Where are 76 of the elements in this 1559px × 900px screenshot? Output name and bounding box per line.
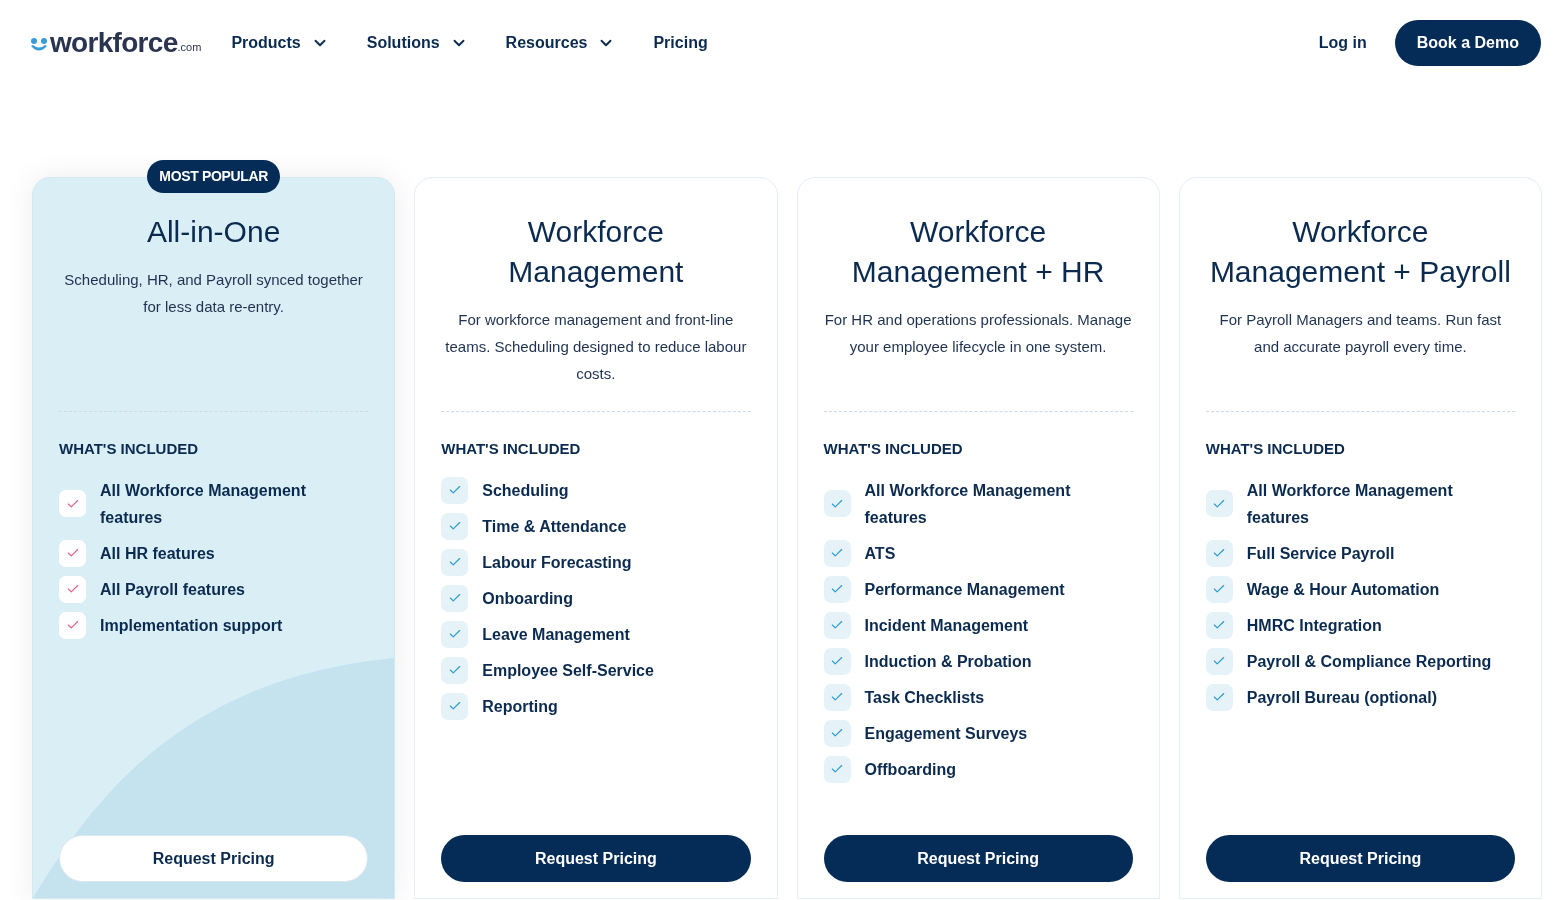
check-icon: [823, 539, 851, 567]
feature-text: Employee Self-Service: [482, 660, 654, 681]
check-icon: [823, 647, 851, 675]
plan-title: Workforce Management + Payroll: [1208, 214, 1512, 290]
plan-title: Workforce Management: [507, 214, 685, 290]
check-icon: [823, 575, 851, 603]
nav-link[interactable]: Solutions: [366, 30, 468, 55]
plan-description: For Payroll Managers and teams. Run fast and accurate payroll every time.: [1218, 310, 1503, 357]
feature-text: Engagement Surveys: [864, 723, 1028, 744]
check-icon: [441, 692, 469, 720]
book-demo-button[interactable]: Book a Demo: [1394, 19, 1541, 66]
check-icon: [441, 512, 469, 540]
feature-text: ATS: [864, 543, 896, 564]
feature-text: Implementation support: [100, 615, 283, 636]
check-icon: [59, 539, 86, 567]
logo-suffix: .com: [177, 41, 202, 55]
login-link[interactable]: Log in: [1318, 30, 1367, 55]
feature-text: Labour Forecasting: [482, 552, 632, 573]
feature-text: All Payroll features: [100, 579, 245, 600]
plan-description: For workforce management and front-line teams. Scheduling designed to reduce labour costs.: [444, 310, 748, 384]
feature-text: Time & Attendance: [482, 516, 627, 537]
feature-text: Payroll Bureau (optional): [1246, 687, 1437, 708]
plan-title: All-in-One: [146, 214, 281, 250]
check-icon: [823, 719, 851, 747]
check-icon: [59, 611, 86, 639]
feature-text: Offboarding: [864, 759, 957, 780]
check-icon: [441, 584, 469, 612]
check-icon: [441, 656, 469, 684]
check-icon: [823, 683, 851, 711]
feature-text: Performance Management: [864, 579, 1065, 600]
included-label: WHAT'S INCLUDED: [823, 439, 964, 459]
request-pricing-button[interactable]: Request Pricing: [1205, 835, 1515, 882]
feature-text: All Workforce Management features: [100, 480, 307, 528]
plan-description: For HR and operations professionals. Manage your employee lifecycle in one system.: [823, 310, 1133, 357]
feature-text: Induction & Probation: [864, 651, 1032, 672]
logo-icon: [30, 36, 48, 53]
feature-text: Wage & Hour Automation: [1246, 579, 1440, 600]
nav-link[interactable]: Pricing: [653, 30, 708, 55]
check-icon: [1205, 490, 1233, 517]
request-pricing-button[interactable]: Request Pricing: [823, 835, 1133, 882]
feature-text: HMRC Integration: [1246, 615, 1382, 636]
feature-text: Reporting: [482, 696, 558, 717]
check-icon: [441, 476, 469, 504]
check-icon: [1205, 647, 1233, 675]
feature-text: Incident Management: [864, 615, 1029, 636]
feature-text: All Workforce Management features: [864, 480, 1072, 528]
included-label: WHAT'S INCLUDED: [59, 439, 200, 459]
check-icon: [1205, 683, 1233, 711]
logo-wordmark: workforce: [50, 28, 178, 57]
feature-text: Task Checklists: [864, 687, 985, 708]
check-icon: [1205, 539, 1233, 567]
most-popular-badge: MOST POPULAR: [147, 160, 280, 193]
included-label: WHAT'S INCLUDED: [441, 439, 582, 459]
feature-text: Leave Management: [482, 624, 630, 645]
request-pricing-button[interactable]: Request Pricing: [441, 835, 751, 882]
check-icon: [441, 620, 469, 648]
check-icon: [59, 575, 86, 603]
feature-text: Payroll & Compliance Reporting: [1246, 651, 1492, 672]
nav-link[interactable]: Products: [231, 30, 329, 55]
feature-text: All Workforce Management features: [1246, 480, 1454, 528]
check-icon: [1205, 575, 1233, 603]
plan-title: Workforce Management + HR: [850, 214, 1106, 290]
check-icon: [823, 755, 851, 783]
plan-description: Scheduling, HR, and Payroll synced together for less data re-entry.: [63, 270, 364, 317]
check-icon: [1205, 611, 1233, 639]
check-icon: [823, 611, 851, 639]
feature-text: Full Service Payroll: [1246, 543, 1395, 564]
check-icon: [441, 548, 469, 576]
check-icon: [59, 490, 86, 517]
included-label: WHAT'S INCLUDED: [1205, 439, 1346, 459]
feature-text: Scheduling: [482, 480, 569, 501]
request-pricing-button[interactable]: Request Pricing: [59, 835, 369, 882]
feature-text: Onboarding: [482, 588, 573, 609]
check-icon: [823, 490, 851, 517]
nav-link[interactable]: Resources: [505, 30, 616, 55]
feature-text: All HR features: [100, 543, 215, 564]
